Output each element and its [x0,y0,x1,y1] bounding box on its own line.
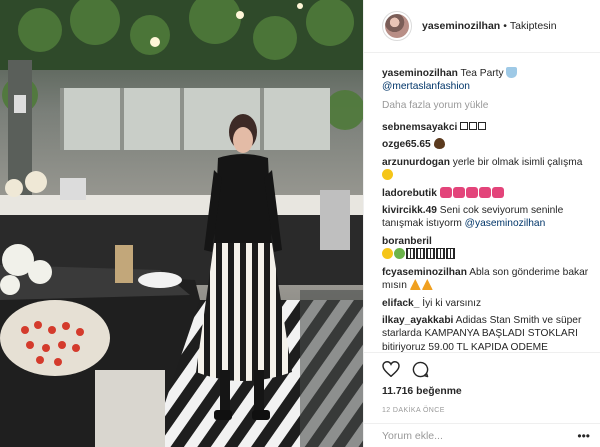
ribbon-icon [439,186,452,198]
smiley-icon [382,169,393,180]
header-username[interactable]: yaseminozilhan [422,20,500,32]
comment-username[interactable]: elifack_ [382,298,419,309]
following-button[interactable]: Takiptesin [510,20,557,32]
glyph-box-icon [460,121,469,130]
face-icon [394,248,405,260]
post-image [0,0,363,447]
comment-input[interactable] [382,429,562,442]
comment-username[interactable]: ozge65.65 [382,139,431,150]
glyph-box-icon [436,248,445,260]
header-text: yaseminozilhan • Takiptesin [422,20,557,32]
ribbon-icon [452,186,465,198]
comment-username[interactable]: ilkay_ayakkabi [382,315,453,326]
glyph-box-icon [469,121,478,130]
avatar-image [385,14,409,38]
comment-username[interactable]: arzunurdogan [382,157,450,168]
comment-text: İyi ki varsınız [422,297,482,309]
comment: boranberil [382,235,590,261]
glyph-box-icon [406,248,415,260]
ribbon-icon [465,186,478,198]
add-comment-bar: ••• [364,423,600,447]
warning-icon [409,278,421,290]
comment: ozge65.65 [382,138,590,151]
teacup-icon [506,67,518,78]
post-photo[interactable] [0,0,363,447]
caption: yaseminozilhan Tea Party @mertaslanfashi… [382,67,590,93]
header-separator: • [503,20,507,32]
comment-mention[interactable]: @yaseminozilhan [465,218,546,229]
caption-username[interactable]: yaseminozilhan [382,68,458,79]
caption-text: Tea Party [460,68,504,79]
comment-text: yerle bir olmak isimli çalışma [452,156,583,168]
comment: elifack_ İyi ki varsınız [382,297,590,310]
comment: fcyaseminozilhan Abla son gönderime baka… [382,266,590,292]
comment: arzunurdogan yerle bir olmak isimli çalı… [382,156,590,182]
ribbon-icon [478,186,491,198]
heart-icon[interactable] [382,361,400,377]
avatar[interactable] [382,11,412,41]
comment: sebnemsayakci [382,121,590,134]
smiley-icon [382,248,393,260]
drop-icon [433,138,445,150]
comment-username[interactable]: fcyaseminozilhan [382,267,467,278]
glyph-box-icon [446,248,455,260]
post-header: yaseminozilhan • Takiptesin [364,0,600,53]
glyph-box-icon [426,248,435,260]
comment: ilkay_ayakkabi Adidas Stan Smith ve süpe… [382,314,590,352]
likes-count[interactable]: 11.716 beğenme [382,386,590,397]
comment: kivircikk.49 Seni cok seviyorum seninle … [382,204,590,230]
ellipsis-icon[interactable]: ••• [577,429,590,443]
comment-username[interactable]: sebnemsayakci [382,122,457,133]
comments-list[interactable]: yaseminozilhan Tea Party @mertaslanfashi… [364,53,600,352]
ribbon-icon [491,186,504,198]
warning-icon [421,278,433,290]
action-icons [382,356,590,382]
load-more-comments[interactable]: Daha fazla yorum yükle [382,99,590,112]
caption-mention[interactable]: @mertaslanfashion [382,81,470,92]
post-sidebar: yaseminozilhan • Takiptesin yaseminozilhan… [363,0,600,447]
comment-username[interactable]: kivircikk.49 [382,205,437,216]
glyph-box-icon [478,121,487,130]
post-timestamp: 12 DAKİKA ÖNCE [382,407,445,414]
comment-username[interactable]: boranberil [382,236,432,247]
glyph-box-icon [416,248,425,260]
comment-username[interactable]: ladorebutik [382,188,437,199]
comment: ladorebutik [382,186,590,200]
post-actions: 11.716 beğenme 12 DAKİKA ÖNCE [364,352,600,414]
comment-icon[interactable] [412,361,429,378]
